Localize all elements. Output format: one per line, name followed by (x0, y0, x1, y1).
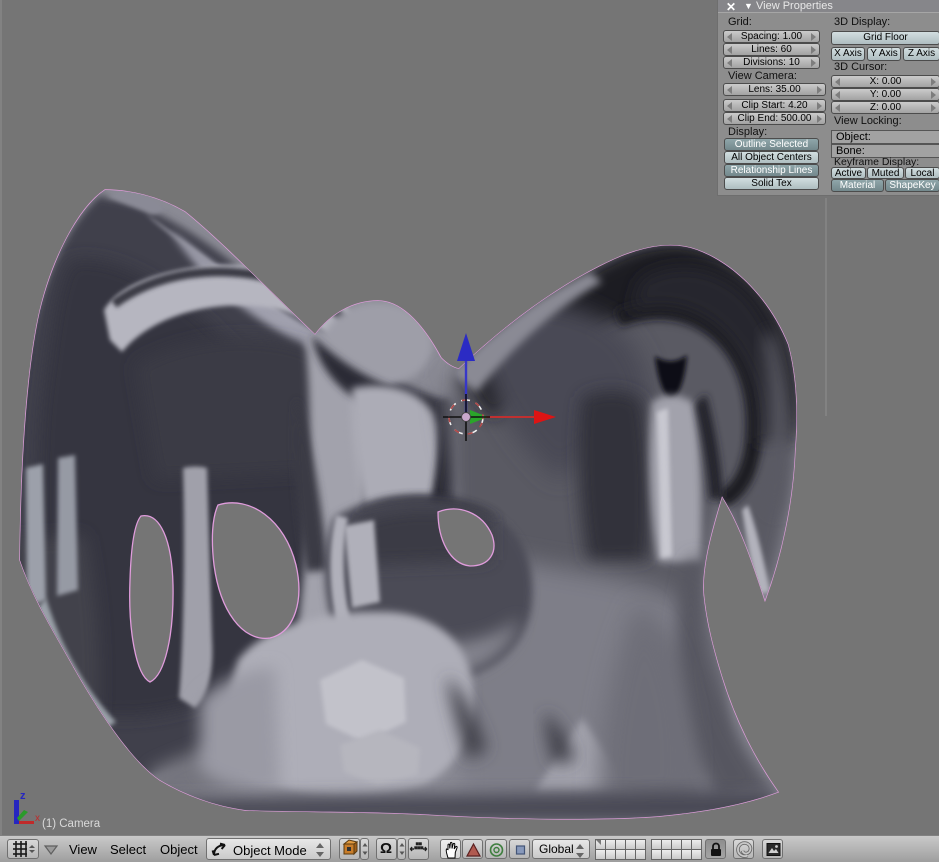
svg-text:z: z (20, 790, 26, 802)
svg-text:x: x (35, 813, 40, 824)
svg-text:(1) Camera: (1) Camera (42, 818, 101, 830)
